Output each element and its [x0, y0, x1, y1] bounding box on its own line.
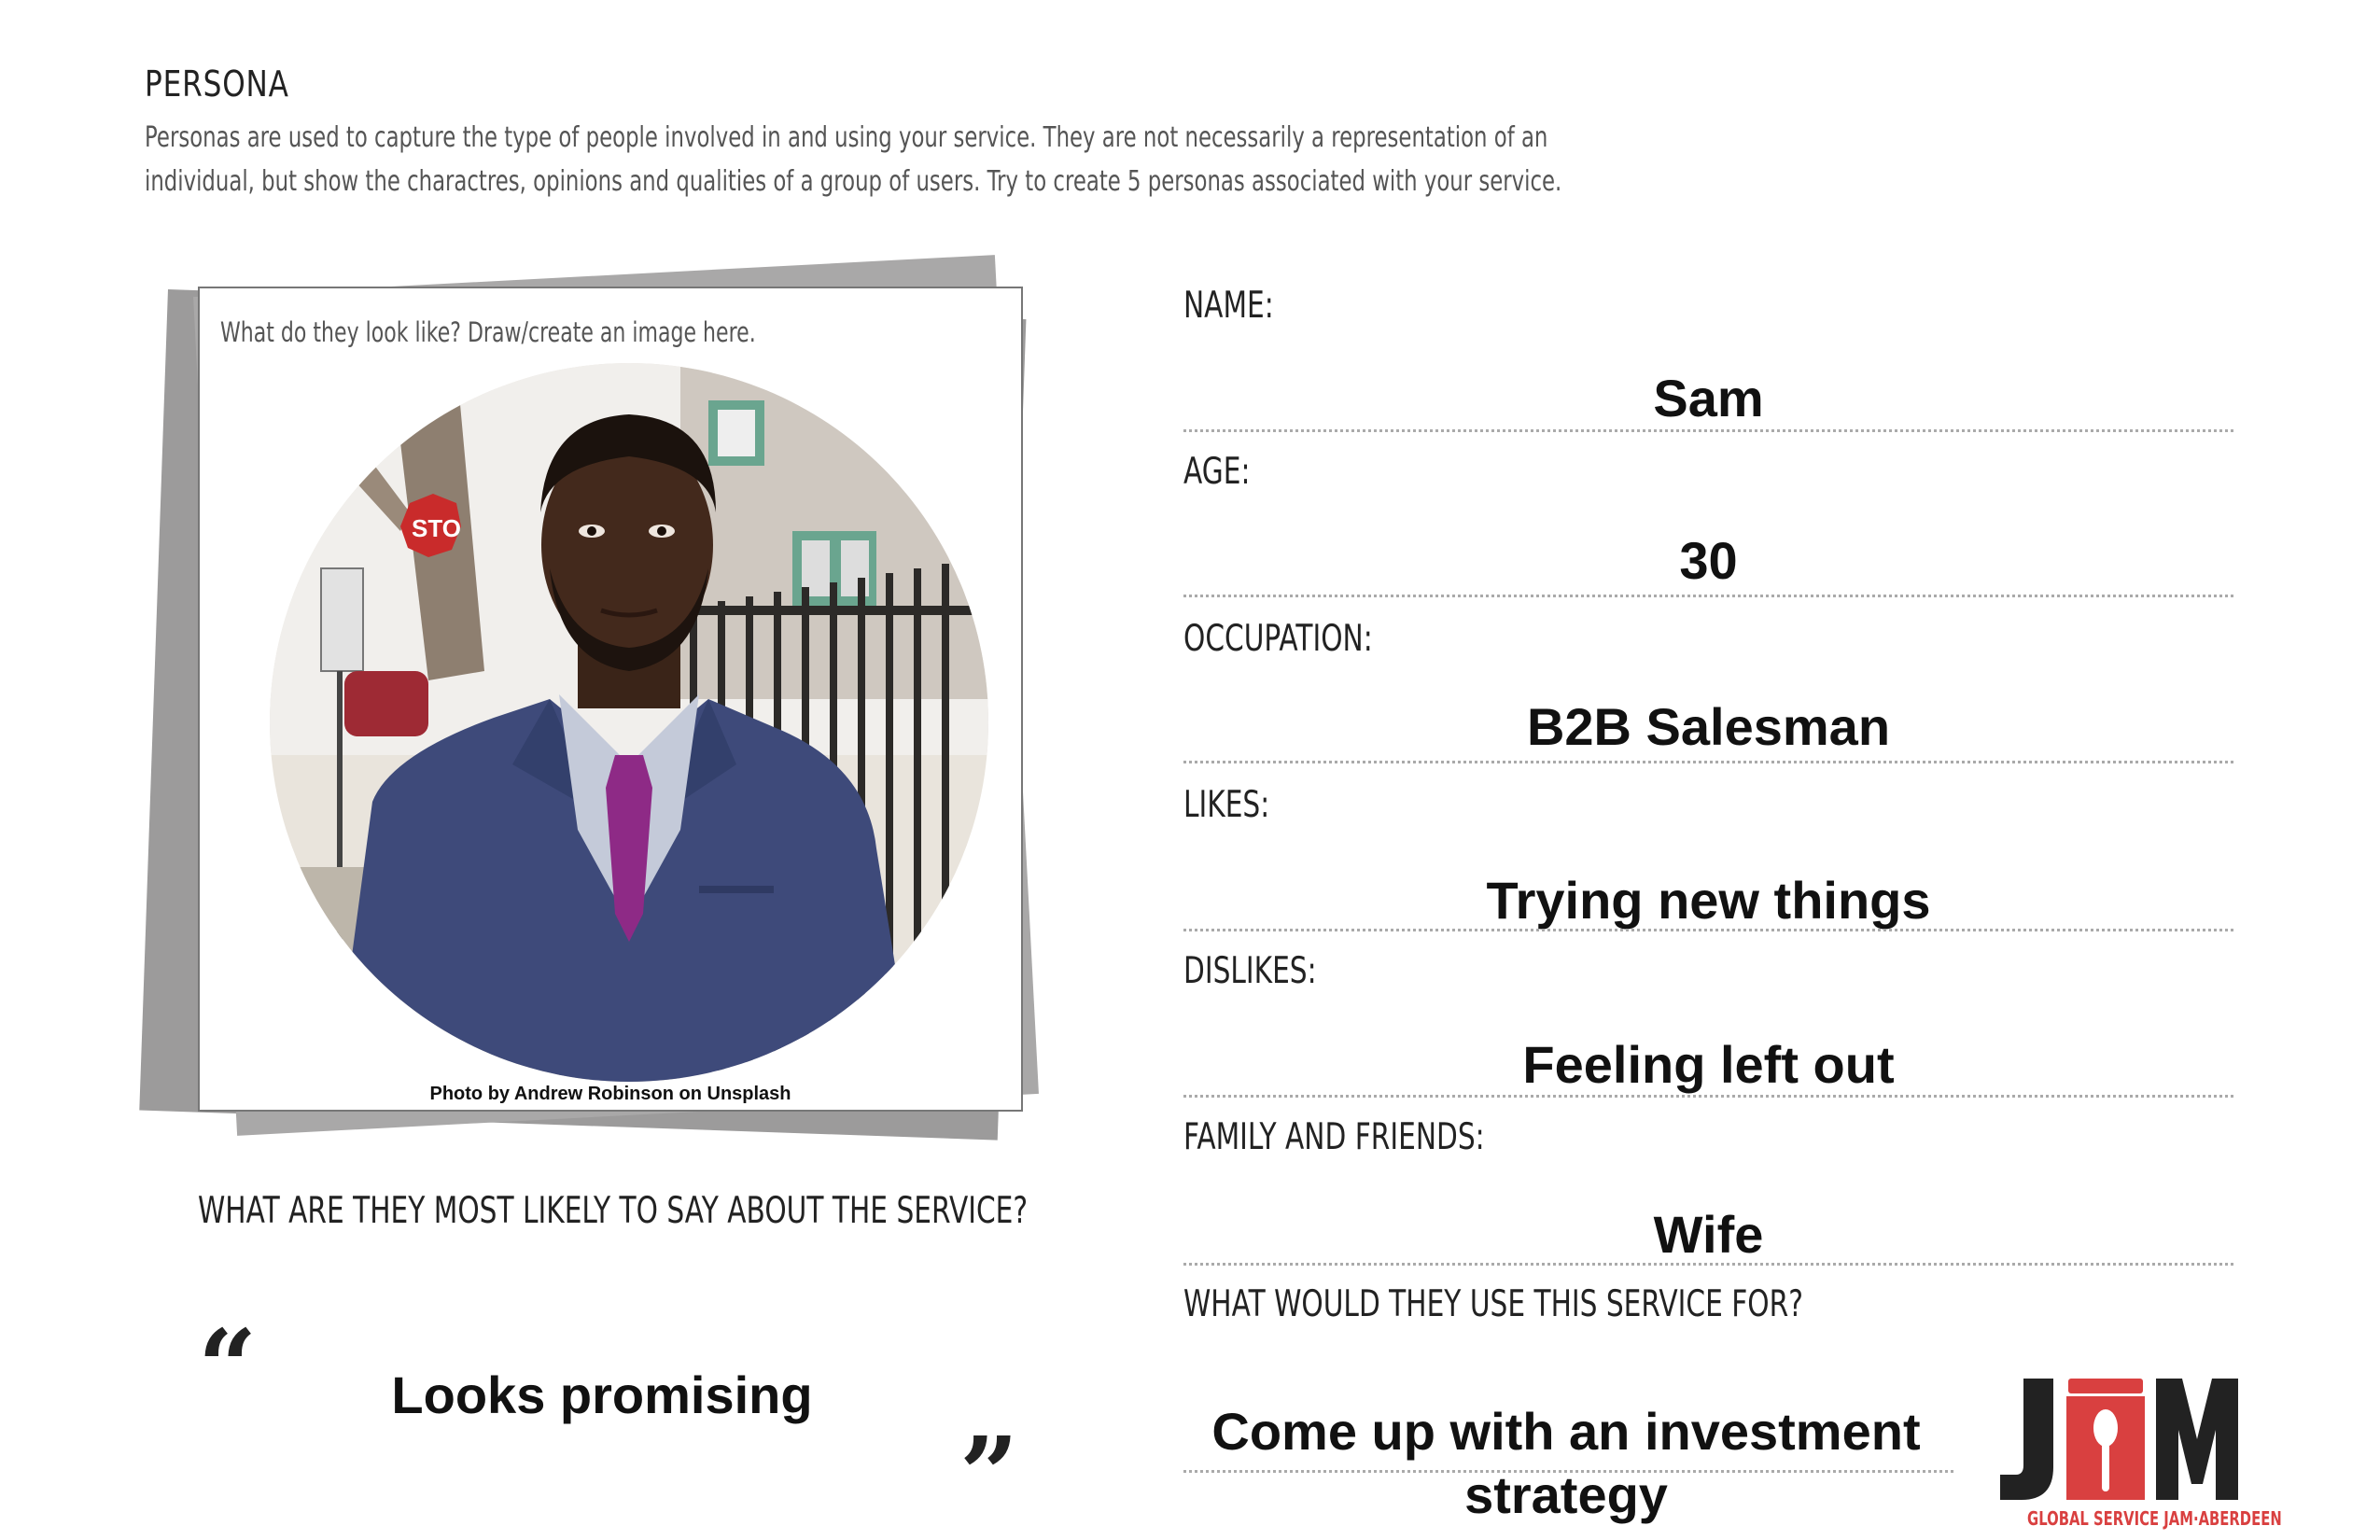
close-quote-icon: ” — [959, 1414, 1019, 1534]
open-quote-icon: “ — [198, 1307, 258, 1427]
use-value: Come up with an investment strategy — [1211, 1402, 1921, 1524]
photo-card: What do they look like? Draw/create an i… — [198, 287, 1023, 1112]
intro-line-1: Personas are used to capture the type of… — [145, 121, 1548, 154]
family-divider — [1183, 1263, 2233, 1266]
intro-line-2: individual, but show the charactres, opi… — [145, 165, 1562, 198]
age-label: AGE: — [1183, 451, 1251, 493]
portrait-illustration: STO — [270, 363, 988, 1082]
page-title: PERSONA — [145, 63, 289, 105]
name-value: Sam — [1653, 369, 1764, 427]
say-answer: Looks promising — [391, 1365, 813, 1424]
age-value: 30 — [1679, 531, 1738, 590]
name-label: NAME: — [1183, 285, 1274, 327]
dislikes-label: DISLIKES: — [1183, 950, 1317, 992]
dislikes-value: Feeling left out — [1522, 1035, 1895, 1094]
occupation-value: B2B Salesman — [1526, 697, 1891, 756]
logo-subtitle: GLOBAL SERVICE JAM·ABERDEEN — [2027, 1507, 2282, 1530]
jam-logo: GLOBAL SERVICE JAM·ABERDEEN — [1995, 1374, 2282, 1533]
use-divider — [1183, 1470, 1953, 1473]
use-label: WHAT WOULD THEY USE THIS SERVICE FOR? — [1183, 1283, 1803, 1325]
likes-divider — [1183, 929, 2233, 931]
occupation-label: OCCUPATION: — [1183, 618, 1373, 660]
say-label: WHAT ARE THEY MOST LIKELY TO SAY ABOUT T… — [198, 1190, 1029, 1232]
family-label: FAMILY AND FRIENDS: — [1183, 1116, 1485, 1158]
photo-credit: Photo by Andrew Robinson on Unsplash — [429, 1084, 791, 1104]
photo-prompt: What do they look like? Draw/create an i… — [220, 316, 756, 348]
likes-label: LIKES: — [1183, 784, 1270, 826]
age-divider — [1183, 595, 2233, 597]
name-divider — [1183, 429, 2233, 432]
jam-logo-mark — [2000, 1379, 2238, 1500]
likes-value: Trying new things — [1486, 871, 1931, 930]
dislikes-divider — [1183, 1095, 2233, 1098]
persona-portrait: STO — [270, 363, 988, 1082]
intro-text: Personas are used to capture the type of… — [145, 116, 1562, 203]
occupation-divider — [1183, 761, 2233, 763]
family-value: Wife — [1653, 1205, 1764, 1264]
svg-text:STO: STO — [412, 514, 461, 542]
